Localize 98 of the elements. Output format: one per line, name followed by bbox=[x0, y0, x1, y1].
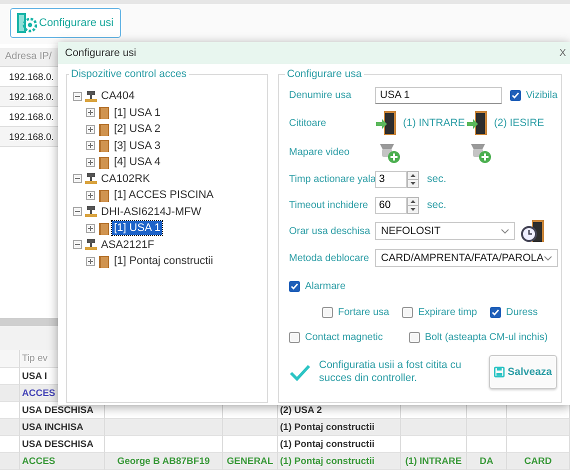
checkbox[interactable] bbox=[510, 90, 521, 100]
table-cell: George B AB87BF19 bbox=[117, 456, 210, 467]
checkbox[interactable] bbox=[408, 332, 420, 342]
tree-item[interactable]: [1] USA 1 bbox=[112, 221, 162, 236]
tree-item[interactable]: ASA2121F bbox=[99, 238, 156, 252]
collapse-icon[interactable] bbox=[73, 174, 82, 184]
checkbox[interactable] bbox=[322, 306, 333, 318]
field-label: Timp actionare yala bbox=[289, 174, 375, 184]
door-icon bbox=[98, 122, 110, 136]
spin-buttons-icon[interactable] bbox=[407, 170, 419, 188]
caret-icon bbox=[544, 256, 552, 260]
door-icon bbox=[98, 188, 110, 202]
table-cell: USA INCHISA bbox=[22, 422, 84, 433]
table-cell: ACCES bbox=[22, 388, 56, 399]
expand-icon[interactable] bbox=[86, 108, 95, 118]
table-cell-text: 192.168.0. bbox=[8, 92, 54, 103]
table-cell: USA I bbox=[22, 370, 47, 382]
tree-item[interactable]: [3] USA 3 bbox=[112, 138, 162, 153]
checkbox[interactable] bbox=[289, 280, 300, 292]
door-icon bbox=[98, 222, 110, 235]
table-cell: USA DESCHISA bbox=[22, 438, 94, 450]
number-field[interactable]: 3 bbox=[375, 170, 407, 188]
door-arrow-icon[interactable] bbox=[375, 110, 397, 136]
checkbox-label: Contact magnetic bbox=[305, 332, 383, 342]
field-label: Mapare video bbox=[289, 146, 351, 158]
caret-icon bbox=[501, 228, 509, 234]
door-icon bbox=[98, 254, 110, 268]
close-button[interactable]: X bbox=[559, 48, 566, 58]
table-cell: (1) INTRARE bbox=[405, 456, 462, 467]
expand-icon[interactable] bbox=[86, 256, 95, 266]
tree-item[interactable]: DHI-ASI6214J-MFW bbox=[99, 204, 204, 219]
field-label: Metoda deblocare bbox=[289, 252, 370, 264]
device-icon bbox=[85, 205, 97, 218]
checkbox-label: Fortare usa bbox=[338, 306, 390, 318]
table-cell: GENERAL bbox=[226, 456, 274, 467]
door-arrow-icon[interactable] bbox=[466, 110, 488, 136]
checkbox[interactable] bbox=[289, 332, 300, 342]
expand-icon[interactable] bbox=[86, 190, 95, 200]
expand-icon[interactable] bbox=[86, 141, 95, 150]
table-cell: CARD bbox=[524, 456, 552, 467]
expand-icon[interactable] bbox=[86, 158, 95, 167]
checkbox-label: Duress bbox=[506, 306, 538, 318]
unit-label: sec. bbox=[427, 199, 446, 211]
spin-buttons-icon[interactable] bbox=[407, 196, 419, 214]
field-label: Timeout inchidere bbox=[289, 200, 370, 210]
table-row[interactable]: USA INCHISA (1) Pontaj constructii bbox=[0, 418, 570, 436]
tree-item[interactable]: [1] USA 1 bbox=[112, 106, 162, 120]
group-title: Configurare usa bbox=[286, 68, 363, 80]
checkbox[interactable] bbox=[490, 306, 502, 318]
expand-icon[interactable] bbox=[86, 224, 95, 233]
door-icon bbox=[98, 156, 110, 169]
door-icon bbox=[98, 106, 110, 120]
tree-item[interactable]: [1] ACCES PISCINA bbox=[112, 188, 216, 202]
table-cell: (1) Pontaj constructii bbox=[280, 456, 374, 467]
table-cell: DA bbox=[480, 456, 494, 467]
field-label: Orar usa deschisa bbox=[289, 226, 372, 236]
tree-item[interactable]: [4] USA 4 bbox=[112, 155, 162, 170]
tree-item[interactable]: [2] USA 2 bbox=[112, 122, 162, 136]
collapse-icon[interactable] bbox=[73, 240, 82, 250]
checkbox[interactable] bbox=[402, 306, 414, 318]
door-gear-icon bbox=[15, 11, 37, 35]
device-icon bbox=[85, 238, 97, 252]
device-icon bbox=[85, 90, 97, 103]
collapse-icon[interactable] bbox=[73, 92, 82, 101]
window-title: Configurare usi bbox=[65, 47, 136, 59]
table-cell-text: 192.168.0. bbox=[8, 72, 54, 83]
number-field[interactable]: 60 bbox=[375, 196, 407, 214]
checkbox-label: Bolt (asteapta CM-ul inchis) bbox=[424, 332, 548, 342]
status-message: Configuratia usii a fost citita cu succes din controller. bbox=[319, 359, 462, 385]
door-clock-icon[interactable] bbox=[520, 219, 546, 243]
table-cell: (1) Pontaj constructii bbox=[280, 422, 374, 433]
table-row[interactable]: USA DESCHISA (1) Pontaj constructii bbox=[0, 436, 570, 453]
checkbox-label: Expirare timp bbox=[418, 306, 478, 318]
door-icon bbox=[98, 139, 110, 152]
column-header: Adresa IP/ bbox=[5, 51, 52, 62]
unit-label: sec. bbox=[427, 173, 446, 185]
dropdown[interactable]: NEFOLOSIT bbox=[375, 222, 515, 240]
dropdown[interactable]: CARD/AMPRENTA/FATA/PAROLA bbox=[375, 249, 558, 267]
tree-item[interactable]: CA404 bbox=[99, 89, 137, 104]
checkbox-label: Vizibila bbox=[526, 90, 558, 100]
table-cell: (2) USA 2 bbox=[280, 404, 322, 416]
table-cell: USA DESCHISA bbox=[22, 404, 94, 416]
tree-item[interactable]: [1] Pontaj constructii bbox=[112, 254, 216, 268]
table-cell-text: 192.168.0. bbox=[8, 112, 54, 123]
column-header: Tip ev bbox=[22, 352, 48, 364]
field-label: Denumire usa bbox=[289, 90, 352, 100]
device-icon bbox=[85, 172, 97, 186]
group-title: Dispozitive control acces bbox=[70, 68, 188, 80]
table-cell: ACCES bbox=[22, 456, 56, 467]
success-check-icon bbox=[289, 363, 311, 381]
expand-icon[interactable] bbox=[86, 124, 95, 134]
checkbox-label: Alarmare bbox=[305, 280, 346, 292]
tree-item[interactable]: CA102RK bbox=[99, 172, 152, 186]
name-field[interactable]: USA 1 bbox=[375, 86, 502, 104]
field-label: Cititoare bbox=[289, 118, 328, 128]
collapse-icon[interactable] bbox=[73, 207, 82, 216]
table-cell: (1) Pontaj constructii bbox=[280, 438, 374, 450]
table-cell-text: 192.168.0. bbox=[8, 132, 54, 143]
